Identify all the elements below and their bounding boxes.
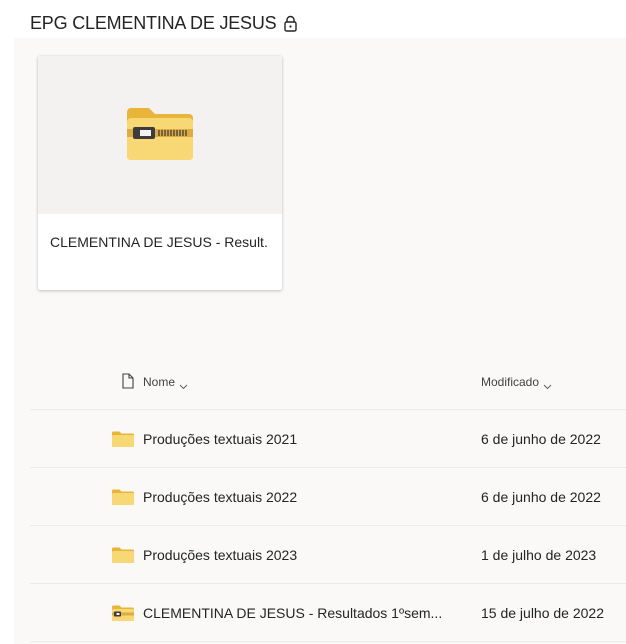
item-name[interactable]: CLEMENTINA DE JESUS - Resultados 1ºsem..… (143, 605, 481, 621)
column-header-modified[interactable]: Modificado (481, 375, 626, 390)
file-card-thumbnail[interactable] (38, 56, 282, 214)
zip-folder-icon (112, 605, 134, 621)
chevron-down-icon (543, 379, 552, 390)
item-name[interactable]: Produções textuais 2022 (143, 489, 481, 505)
chevron-down-icon (179, 379, 188, 389)
folder-icon (112, 431, 134, 447)
item-modified: 15 de julho de 2022 (481, 604, 604, 621)
list-item[interactable]: Produções textuais 2022 6 de junho de 20… (30, 468, 626, 526)
item-modified: 6 de junho de 2022 (481, 488, 601, 505)
file-list: Nome Modificado Produções textuais 2021 … (30, 355, 626, 642)
folder-icon (112, 547, 134, 563)
page-title-bar: EPG CLEMENTINA DE JESUS (30, 8, 298, 38)
list-item[interactable]: Produções textuais 2021 6 de junho de 20… (30, 410, 626, 468)
list-item[interactable]: Produções textuais 2023 1 de julho de 20… (30, 526, 626, 584)
item-name[interactable]: Produções textuais 2021 (143, 431, 481, 447)
list-header: Nome Modificado (30, 355, 626, 410)
lock-icon (283, 15, 298, 32)
item-modified: 1 de julho de 2023 (481, 546, 597, 563)
item-modified: 6 de junho de 2022 (481, 430, 601, 447)
file-card[interactable]: CLEMENTINA DE JESUS - Result. (38, 56, 282, 290)
zip-folder-icon (127, 106, 193, 165)
column-header-name[interactable]: Nome (143, 375, 481, 389)
file-type-icon[interactable] (122, 372, 134, 392)
item-name[interactable]: Produções textuais 2023 (143, 547, 481, 563)
folder-icon (112, 489, 134, 505)
page-title: EPG CLEMENTINA DE JESUS (30, 12, 277, 33)
list-item[interactable]: CLEMENTINA DE JESUS - Resultados 1ºsem..… (30, 584, 626, 642)
file-card-name[interactable]: CLEMENTINA DE JESUS - Result. (38, 214, 282, 250)
